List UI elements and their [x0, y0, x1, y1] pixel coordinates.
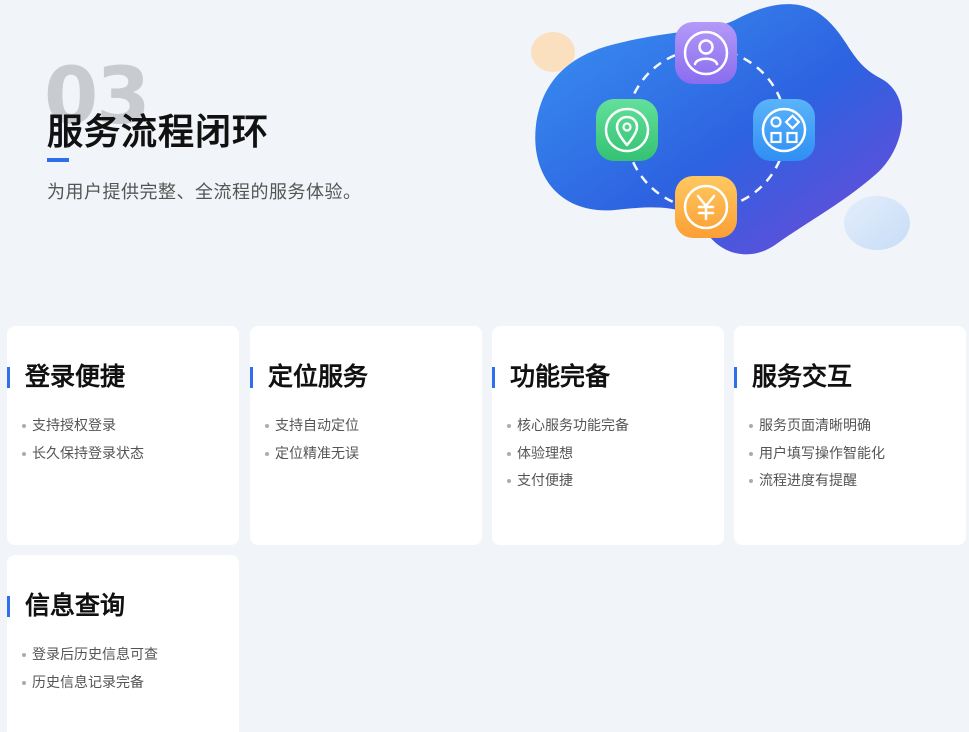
feature-item-text: 历史信息记录完备: [32, 673, 144, 690]
service-loop-illustration: [531, 4, 910, 255]
feature-item-text: 用户填写操作智能化: [759, 444, 885, 461]
card-feature-list: 支持自动定位 定位精准无误: [265, 412, 359, 467]
card-title: 服务交互: [752, 363, 853, 391]
feature-item: 定位精准无误: [265, 440, 359, 468]
feature-item: 历史信息记录完备: [22, 669, 158, 697]
card-title: 登录便捷: [25, 363, 126, 391]
card-accent-bar: [7, 367, 10, 388]
feature-card-location: 定位服务 支持自动定位 定位精准无误: [250, 326, 482, 545]
yuan-icon: [675, 176, 737, 238]
card-title: 定位服务: [268, 363, 369, 391]
feature-item-text: 核心服务功能完备: [517, 417, 629, 433]
feature-item: 服务页面清晰明确: [749, 412, 885, 440]
feature-item-text: 流程进度有提醒: [759, 472, 857, 488]
card-accent-bar: [7, 596, 10, 617]
bullet-dot: [22, 424, 26, 428]
feature-card-interaction: 服务交互 服务页面清晰明确 用户填写操作智能化 流程进度有提醒: [734, 326, 966, 545]
bullet-dot: [749, 424, 753, 428]
card-accent-bar: [250, 367, 253, 388]
card-feature-list: 服务页面清晰明确 用户填写操作智能化 流程进度有提醒: [749, 412, 885, 495]
card-accent-bar: [734, 367, 737, 388]
feature-card-features: 功能完备 核心服务功能完备 体验理想 支付便捷: [492, 326, 724, 545]
bullet-dot: [22, 680, 26, 685]
card-feature-list: 登录后历史信息可查 历史信息记录完备: [22, 641, 158, 696]
card-title: 功能完备: [510, 363, 611, 391]
location-icon: [596, 99, 658, 161]
feature-card-query: 信息查询 登录后历史信息可查 历史信息记录完备: [7, 555, 239, 732]
page: 03 服务流程闭环 为用户提供完整、全流程的服务体验。 登录便捷 支持授权登录 …: [0, 0, 969, 732]
pale-blue-bubble: [844, 196, 910, 250]
card-feature-list: 支持授权登录 长久保持登录状态: [22, 412, 144, 467]
feature-item-text: 登录后历史信息可查: [32, 646, 158, 662]
feature-item: 流程进度有提醒: [749, 467, 885, 495]
bullet-dot: [749, 451, 753, 456]
bullet-dot: [507, 479, 511, 483]
feature-item: 用户填写操作智能化: [749, 440, 885, 468]
bullet-dot: [749, 479, 753, 483]
feature-item-text: 定位精准无误: [275, 444, 359, 461]
feature-item: 支持自动定位: [265, 412, 359, 440]
feature-item: 体验理想: [507, 440, 629, 468]
bullet-dot: [22, 451, 26, 456]
section-subtitle: 为用户提供完整、全流程的服务体验。: [47, 182, 362, 202]
title-underline: [47, 158, 69, 162]
card-feature-list: 核心服务功能完备 体验理想 支付便捷: [507, 412, 629, 495]
bullet-dot: [265, 424, 269, 428]
feature-item: 核心服务功能完备: [507, 412, 629, 440]
feature-item: 登录后历史信息可查: [22, 641, 158, 669]
card-accent-bar: [492, 367, 495, 388]
feature-item-text: 服务页面清晰明确: [759, 417, 871, 433]
feature-item: 支付便捷: [507, 467, 629, 495]
feature-item: 支持授权登录: [22, 412, 144, 440]
feature-item: 长久保持登录状态: [22, 440, 144, 468]
bullet-dot: [265, 451, 269, 456]
feature-item-text: 体验理想: [517, 444, 573, 461]
feature-item-text: 支持授权登录: [32, 417, 116, 433]
bullet-dot: [22, 653, 26, 657]
feature-item-text: 支付便捷: [517, 472, 573, 488]
bullet-dot: [507, 451, 511, 456]
user-icon: [675, 22, 737, 84]
feature-item-text: 长久保持登录状态: [32, 444, 144, 461]
apps-icon: [753, 99, 815, 161]
card-title: 信息查询: [25, 592, 126, 620]
bullet-dot: [507, 424, 511, 428]
feature-card-login: 登录便捷 支持授权登录 长久保持登录状态: [7, 326, 239, 545]
section-title: 服务流程闭环: [47, 111, 270, 152]
feature-item-text: 支持自动定位: [275, 417, 359, 433]
